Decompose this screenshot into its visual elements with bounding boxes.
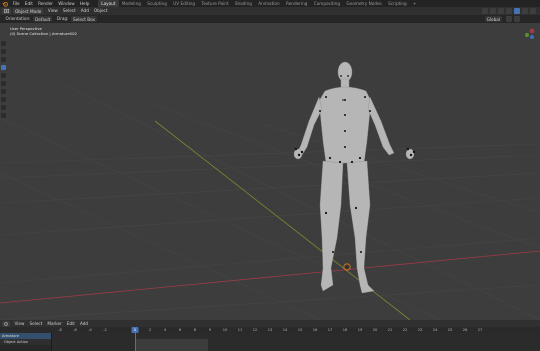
3d-viewport[interactable]: User Perspective (0) Scene Collection | … [0, 23, 540, 320]
transform-options: Global [484, 16, 520, 22]
orientation-value: Default [35, 16, 51, 22]
transform-tool-icon[interactable] [0, 89, 6, 94]
xray-icon[interactable] [498, 8, 504, 14]
mode-dropdown[interactable]: Object Mode [13, 8, 44, 14]
x-axis-line [0, 250, 540, 304]
add-workspace-button[interactable]: + [410, 0, 420, 7]
menu-view[interactable]: View [45, 7, 60, 15]
menu-edit[interactable]: Edit [22, 0, 35, 7]
overlay-icon[interactable] [490, 8, 496, 14]
scale-tool-icon[interactable] [0, 81, 6, 86]
orientation-label: Orientation: [5, 16, 31, 21]
snap-icon[interactable] [506, 16, 512, 22]
menu-file[interactable]: File [10, 0, 22, 7]
viewport-header: Object Mode View Select Add Object [0, 7, 540, 15]
drag-dropdown[interactable]: Select Box [70, 16, 98, 22]
action-strip[interactable] [136, 339, 208, 351]
tab-animation[interactable]: Animation [255, 0, 283, 7]
menu-object[interactable]: Object [91, 7, 110, 15]
wireframe-shading-icon[interactable] [506, 8, 512, 14]
cursor-tool-icon[interactable] [0, 49, 6, 54]
timeline-editor-type-button[interactable] [2, 320, 10, 327]
menu-render[interactable]: Render [36, 0, 56, 7]
collection-label: (0) Scene Collection | Armature002 [10, 31, 77, 36]
timeline-body[interactable]: Armature Object Action [0, 333, 540, 351]
solid-shading-icon[interactable] [514, 8, 520, 14]
tab-texture-paint[interactable]: Texture Paint [198, 0, 231, 7]
tab-uv-editing[interactable]: UV Editing [170, 0, 198, 7]
viewport-icon [4, 9, 9, 13]
tab-rendering[interactable]: Rendering [283, 0, 311, 7]
channel-object-action[interactable]: Object Action [0, 339, 51, 345]
left-toolbar [0, 39, 6, 121]
menu-add[interactable]: Add [78, 7, 91, 15]
menu-select[interactable]: Select [60, 7, 78, 15]
measure-tool-icon[interactable] [0, 105, 6, 110]
menu-help[interactable]: Help [77, 0, 92, 7]
add-cube-tool-icon[interactable] [0, 113, 6, 118]
tab-compositing[interactable]: Compositing [311, 0, 344, 7]
menu-window[interactable]: Window [56, 0, 78, 7]
viewport-info: User Perspective (0) Scene Collection | … [10, 26, 77, 36]
mode-label: Object Mode [15, 8, 42, 14]
tab-scripting[interactable]: Scripting [385, 0, 410, 7]
timeline-header: View Select Marker Edit Add [0, 320, 540, 327]
blender-logo-icon[interactable] [1, 1, 8, 7]
top-menu-bar: File Edit Render Window Help Layout Mode… [0, 0, 540, 7]
drag-label: Drag: [56, 16, 69, 21]
tab-shading[interactable]: Shading [232, 0, 255, 7]
rotate-tool-icon[interactable] [0, 73, 6, 78]
timeline-channels: Armature Object Action [0, 333, 52, 351]
annotate-tool-icon[interactable] [0, 97, 6, 102]
playhead-line [135, 333, 136, 351]
tab-sculpting[interactable]: Sculpting [144, 0, 170, 7]
move-tool-icon[interactable] [0, 57, 6, 62]
rendered-shading-icon[interactable] [530, 8, 536, 14]
viewport-shading-buttons [482, 8, 536, 14]
orientation-dropdown[interactable]: Default [33, 16, 53, 22]
tab-modeling[interactable]: Modeling [119, 0, 144, 7]
material-shading-icon[interactable] [522, 8, 528, 14]
proportional-edit-icon[interactable] [514, 16, 520, 22]
workspace-tabs: Layout Modeling Sculpting UV Editing Tex… [98, 0, 419, 7]
editor-type-button[interactable] [2, 8, 11, 14]
navigation-gizmo[interactable] [525, 28, 535, 39]
character-mesh[interactable] [293, 61, 415, 294]
select-box-tool-icon[interactable] [0, 65, 6, 70]
tweak-tool-icon[interactable] [0, 41, 6, 46]
pivot-value: Global [486, 16, 500, 22]
drag-value: Select Box [72, 16, 96, 22]
tab-layout[interactable]: Layout [98, 0, 119, 7]
clock-icon [4, 321, 8, 326]
visibility-icon[interactable] [482, 8, 488, 14]
pivot-dropdown[interactable]: Global [484, 16, 502, 22]
tab-geometry-nodes[interactable]: Geometry Nodes [343, 0, 385, 7]
tool-settings-header: Orientation: Default Drag: Select Box Gl… [0, 15, 540, 23]
floor-grid [0, 82, 540, 320]
viewport-scene [0, 28, 540, 320]
